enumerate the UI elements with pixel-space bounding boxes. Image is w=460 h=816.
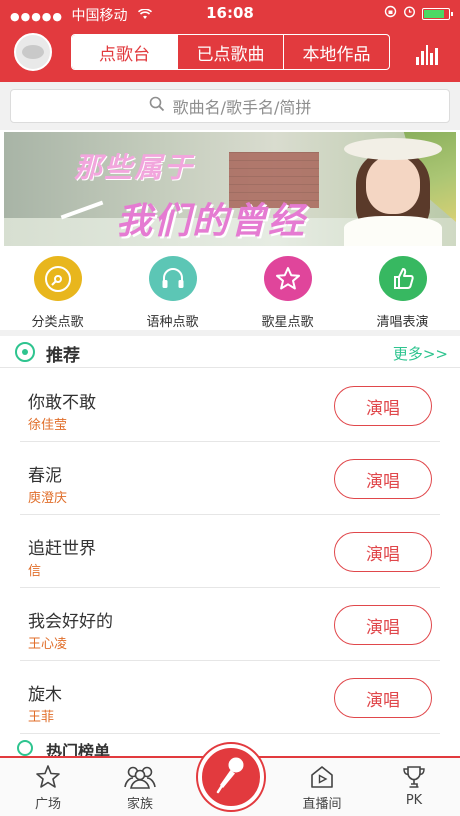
tab-ordered-songs[interactable]: 已点歌曲 [177,35,283,69]
alarm-icon [403,5,416,22]
star-outline-icon [35,764,61,790]
thumbs-up-icon [378,256,427,301]
search-placeholder: 歌曲名/歌手名/简拼 [172,98,312,117]
hot-chart-title: 热门榜单 [46,742,111,756]
live-room-icon [309,764,335,790]
battery-fill [424,9,444,18]
more-link[interactable]: 更多>> [393,343,448,364]
status-bar: ●●●●● 中国移动 16:08 [0,0,460,26]
sing-button[interactable]: 演唱 [334,605,432,645]
song-artist: 徐佳莹 [28,418,68,433]
banner-title-line2: 我们的曾经 [116,201,307,242]
promo-banner[interactable]: 那些属于 我们的曾经 [4,132,456,246]
category-by-singer[interactable]: 歌星点歌 [230,250,345,330]
banner-girl-image [330,132,456,246]
banner-decoration [60,200,104,220]
category-label: 分类点歌 [31,315,84,330]
user-avatar[interactable] [14,33,52,71]
banner-title-line1: 那些属于 [74,151,195,184]
search-area: 歌曲名/歌手名/简拼 [0,82,460,130]
song-title: 追赶世界 [28,539,96,559]
category-acappella[interactable]: 清唱表演 [345,250,460,330]
search-icon [149,96,165,116]
family-icon [122,764,158,790]
equalizer-icon[interactable] [416,43,438,65]
status-right [384,5,453,22]
recommend-icon [15,342,35,362]
sing-button[interactable]: 演唱 [334,459,432,499]
category-by-language[interactable]: 语种点歌 [115,250,230,330]
tab-plaza[interactable]: 广场 [2,758,94,816]
sing-button[interactable]: 演唱 [334,678,432,718]
rotation-lock-icon [384,5,397,22]
battery-icon [422,7,453,20]
avatar-placeholder-icon [22,45,44,59]
tab-song-station[interactable]: 点歌台 [72,35,177,69]
category-row: 分类点歌 语种点歌 歌星点歌 清唱表演 [0,250,460,330]
category-label: 语种点歌 [146,315,199,330]
search-input[interactable]: 歌曲名/歌手名/简拼 [10,89,450,123]
hot-chart-icon [17,740,33,756]
headphones-icon [148,256,197,301]
recommend-title: 推荐 [46,346,80,366]
disc-icon [33,256,82,301]
sing-button[interactable]: 演唱 [334,532,432,572]
microphone-icon [214,755,248,799]
song-title: 旋木 [28,685,62,705]
tab-label: 直播间 [302,797,342,812]
tab-label: 家族 [126,797,153,812]
song-list: 你敢不敢 徐佳莹 演唱 春泥 庾澄庆 演唱 追赶世界 信 演唱 我会好好的 王心… [0,369,460,734]
app-header: ●●●●● 中国移动 16:08 点歌台 已点歌曲 本地作品 [0,0,460,82]
category-label: 清唱表演 [376,315,429,330]
list-item[interactable]: 春泥 庾澄庆 演唱 [20,442,440,515]
category-label: 歌星点歌 [261,315,314,330]
recommend-header: 推荐 更多>> [0,336,460,368]
tab-label: 广场 [34,797,61,812]
list-item[interactable]: 你敢不敢 徐佳莹 演唱 [20,369,440,442]
song-artist: 庾澄庆 [28,491,68,506]
sing-button[interactable]: 演唱 [334,386,432,426]
top-tabs: 点歌台 已点歌曲 本地作品 [71,34,390,70]
song-artist: 王心凌 [28,637,68,652]
song-artist: 王菲 [28,710,55,725]
tab-local-works[interactable]: 本地作品 [283,35,389,69]
tab-pk[interactable]: PK [368,758,460,816]
category-by-genre[interactable]: 分类点歌 [0,250,115,330]
list-item[interactable]: 旋木 王菲 演唱 [20,661,440,734]
trophy-icon [401,764,427,790]
tab-label: PK [405,793,423,808]
star-icon [263,256,312,301]
list-item[interactable]: 我会好好的 王心凌 演唱 [20,588,440,661]
song-artist: 信 [28,564,42,579]
song-title: 你敢不敢 [28,393,96,413]
microphone-button[interactable] [198,744,264,810]
tab-family[interactable]: 家族 [94,758,186,816]
list-item[interactable]: 追赶世界 信 演唱 [20,515,440,588]
song-title: 我会好好的 [28,612,113,632]
song-title: 春泥 [28,466,62,486]
tab-live-room[interactable]: 直播间 [276,758,368,816]
